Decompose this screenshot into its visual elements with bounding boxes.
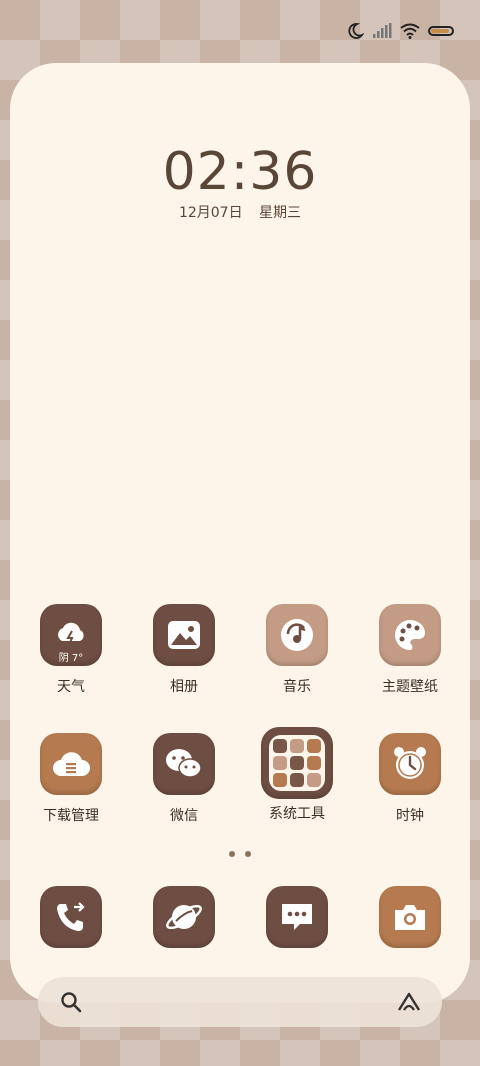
app-label: 音乐 (283, 679, 311, 695)
date-text: 12月07日 (178, 205, 243, 221)
music-icon (266, 604, 328, 666)
palette-icon (379, 604, 441, 666)
app-themes[interactable]: 主题壁纸 (360, 604, 460, 696)
camera-icon (379, 886, 441, 948)
folder-icon (261, 727, 333, 799)
app-label: 主题壁纸 (382, 679, 438, 695)
wifi-icon (400, 23, 420, 39)
wechat-icon (153, 733, 215, 795)
dock-browser[interactable] (134, 886, 234, 948)
dock-phone[interactable] (21, 886, 121, 948)
page-indicator[interactable] (0, 851, 480, 857)
search-bar[interactable] (38, 977, 442, 1027)
weather-temp: 阴 7° (58, 653, 84, 664)
app-label: 下载管理 (43, 808, 99, 824)
app-weather[interactable]: 阴 7° 天气 (21, 604, 121, 696)
app-label: 相册 (170, 679, 198, 695)
signal-icon (373, 23, 392, 38)
page-dot (245, 851, 251, 857)
dock-messages[interactable] (247, 886, 347, 948)
app-music[interactable]: 音乐 (247, 604, 347, 696)
app-label: 天气 (57, 679, 85, 695)
moon-icon (348, 23, 364, 39)
search-icon[interactable] (60, 991, 82, 1013)
battery-icon (428, 26, 454, 36)
app-wechat[interactable]: 微信 (134, 733, 234, 825)
browser-icon (153, 886, 215, 948)
page-dot (229, 851, 235, 857)
alarm-clock-icon (379, 733, 441, 795)
download-icon (40, 733, 102, 795)
clock-time[interactable]: 02:36 (0, 142, 480, 202)
assistant-icon[interactable] (396, 991, 422, 1013)
app-system-tools[interactable]: 系统工具 (247, 727, 347, 823)
app-label: 微信 (170, 808, 198, 824)
app-label: 系统工具 (269, 806, 325, 822)
status-bar (346, 18, 454, 44)
app-gallery[interactable]: 相册 (134, 604, 234, 696)
app-label: 时钟 (396, 808, 424, 824)
gallery-icon (153, 604, 215, 666)
dock-camera[interactable] (360, 886, 460, 948)
folder-grid (269, 735, 325, 791)
clock-date[interactable]: 12月07日 星期三 (0, 202, 480, 222)
app-clock[interactable]: 时钟 (360, 733, 460, 825)
weather-icon: 阴 7° (40, 604, 102, 666)
app-downloads[interactable]: 下载管理 (21, 733, 121, 825)
weekday-text: 星期三 (259, 205, 302, 221)
phone-icon (40, 886, 102, 948)
messages-icon (266, 886, 328, 948)
